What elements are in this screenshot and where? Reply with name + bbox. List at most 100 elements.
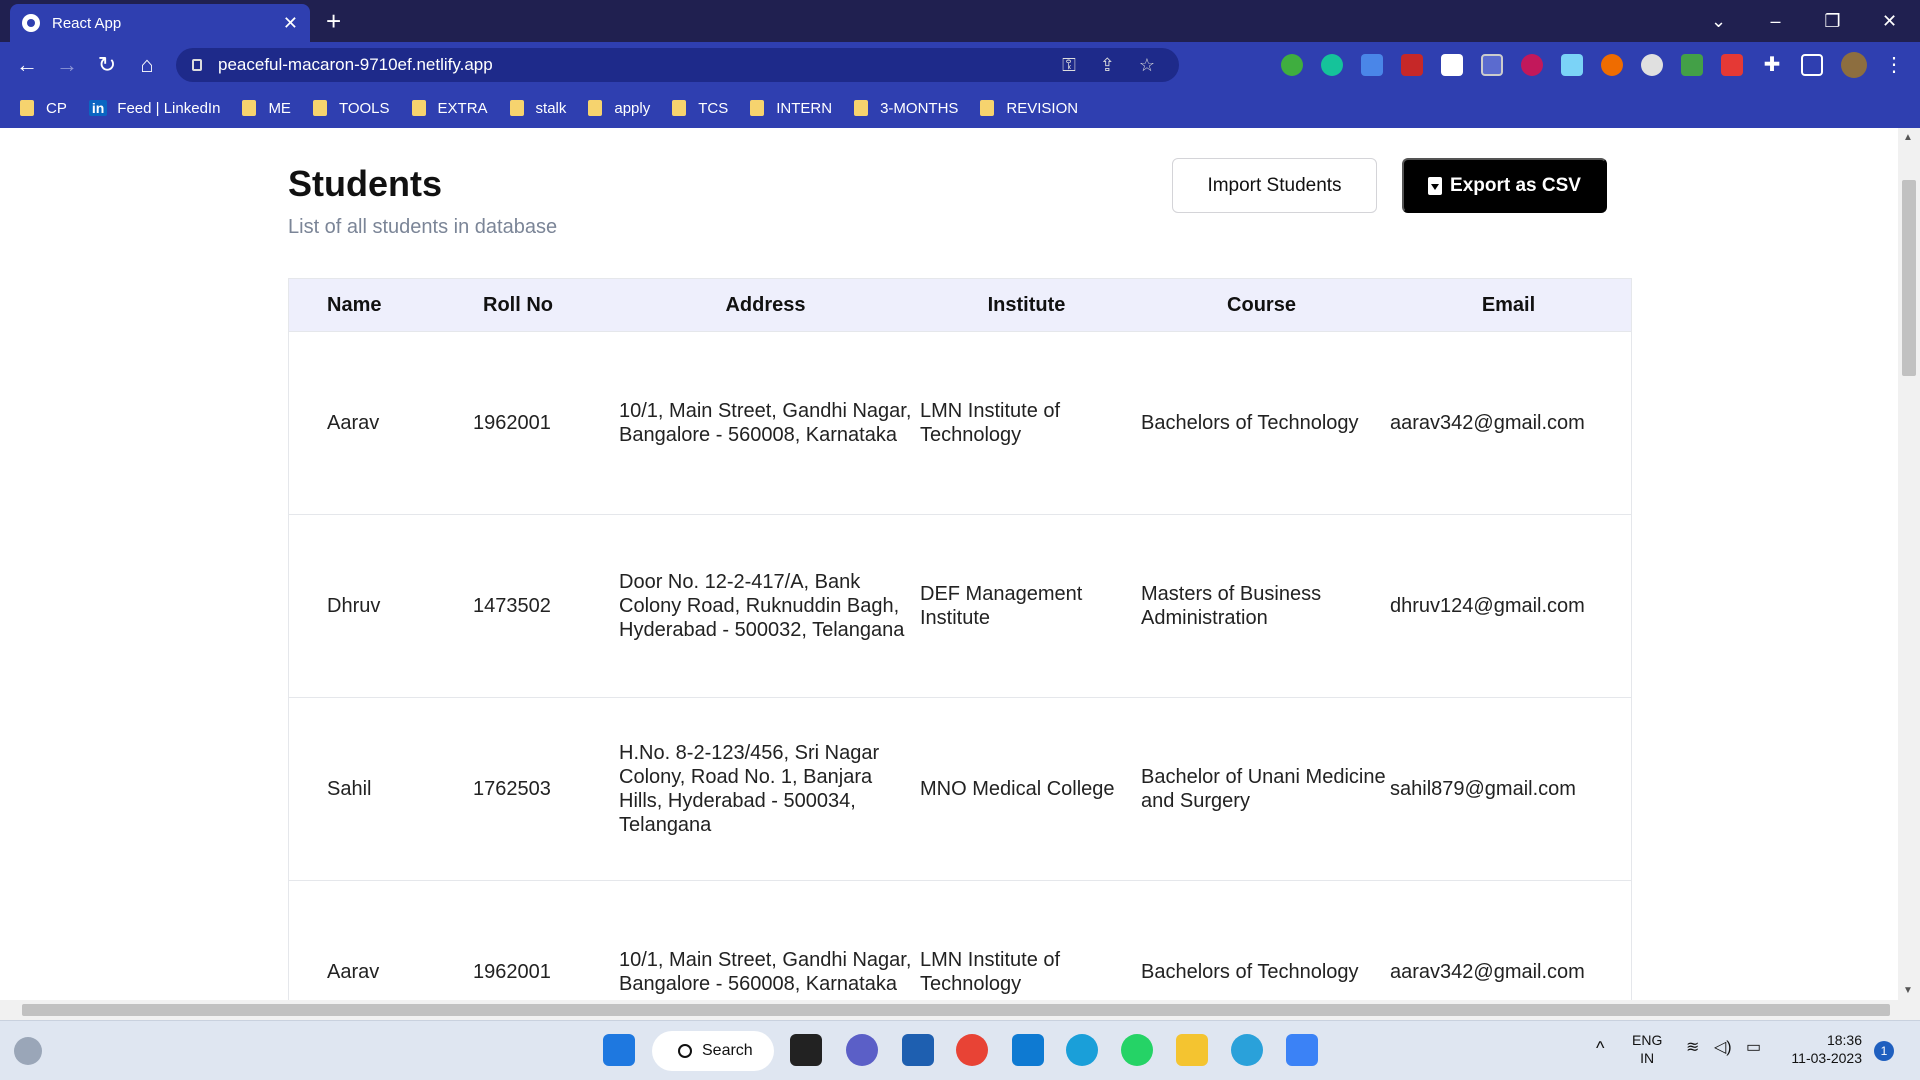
cell-course: Bachelor of Unani Medicine and Surgery [1141,766,1386,812]
address-bar[interactable]: peaceful-macaron-9710ef.netlify.app ⚿ ⇪ … [176,48,1179,82]
table-row: Dhruv 1473502 Door No. 12-2-417/A, Bank … [289,514,1631,697]
wifi-icon[interactable]: ≋ [1686,1039,1699,1057]
extension-red-icon[interactable] [1401,54,1423,76]
back-icon[interactable]: ← [12,50,42,80]
bookmark-tools[interactable]: TOOLS [312,100,390,117]
whatsapp-icon[interactable] [1121,1034,1153,1066]
forward-icon[interactable]: → [52,50,82,80]
header-institute: Institute [987,293,1066,316]
vertical-scroll-thumb[interactable] [1902,180,1916,376]
key-icon[interactable]: ⚿ [1062,55,1076,76]
reload-icon[interactable]: ↻ [92,50,122,80]
bookmarks-bar: CP in Feed | LinkedIn ME TOOLS EXTRA stal… [0,88,1920,128]
cell-address: 10/1, Main Street, Gandhi Nagar, Bangalo… [619,949,912,995]
extension-plus-icon[interactable] [1281,54,1303,76]
folder-icon [980,100,995,116]
react-favicon-icon [22,14,40,32]
table-row: Sahil 1762503 H.No. 8-2-123/456, Sri Nag… [289,697,1631,880]
header-name: Name [327,293,382,316]
vertical-scrollbar[interactable]: ▲ ▼ [1898,128,1920,1000]
folder-icon [750,100,765,116]
share-icon[interactable]: ⇪ [1100,55,1115,76]
bookmark-star-icon[interactable]: ☆ [1139,55,1155,76]
side-panel-icon[interactable] [1801,54,1823,76]
close-tab-icon[interactable]: ✕ [283,13,298,34]
clock-date: 11-03-2023 [1791,1050,1862,1066]
cell-institute: LMN Institute of Technology [920,400,1061,446]
bookmark-me[interactable]: ME [242,100,291,117]
bookmark-revision[interactable]: REVISION [980,100,1078,117]
cell-name: Dhruv [327,595,381,617]
show-hidden-icons-icon[interactable]: ^ [1596,1039,1604,1057]
close-window-icon[interactable]: ✕ [1861,11,1918,32]
language-indicator[interactable]: ENG IN [1632,1031,1662,1067]
extension-pen-icon[interactable] [1561,54,1583,76]
taskbar-search[interactable]: Search [652,1031,774,1071]
cell-course: Bachelors of Technology [1141,412,1359,434]
battery-icon[interactable]: ▭ [1746,1039,1761,1057]
vscode-icon[interactable] [1012,1034,1044,1066]
file-explorer-icon[interactable] [1176,1034,1208,1066]
minimize-icon[interactable]: – [1747,11,1804,32]
table-row: Aarav 1962001 10/1, Main Street, Gandhi … [289,331,1631,514]
bookmark-tcs[interactable]: TCS [672,100,728,117]
folder-icon [411,100,426,116]
folder-icon [854,100,869,116]
grammarly-icon[interactable] [1321,54,1343,76]
bookmark-linkedin[interactable]: in Feed | LinkedIn [88,100,220,117]
telegram-icon[interactable] [1231,1034,1263,1066]
cell-roll-no: 1962001 [473,412,551,434]
bookmark-extra[interactable]: EXTRA [411,100,488,117]
extension-b-icon[interactable] [1441,54,1463,76]
bookmark-intern[interactable]: INTERN [750,100,832,117]
browser-toolbar: ← → ↻ ⌂ peaceful-macaron-9710ef.netlify.… [0,42,1920,88]
mail-icon[interactable] [902,1034,934,1066]
cell-roll-no: 1762503 [473,778,551,800]
bookmark-3-months[interactable]: 3-MONTHS [854,100,958,117]
bookmark-apply[interactable]: apply [588,100,650,117]
chrome-icon[interactable] [956,1034,988,1066]
tab-search-icon[interactable]: ⌄ [1690,11,1747,32]
extension-owl-icon[interactable] [1641,54,1663,76]
bookmark-cp[interactable]: CP [20,100,67,117]
tab-react-app[interactable]: React App ✕ [10,4,310,42]
extension-play-icon[interactable] [1521,54,1543,76]
profile-avatar[interactable] [1841,52,1867,78]
home-icon[interactable]: ⌂ [132,50,162,80]
extension-tag-icon[interactable] [1721,54,1743,76]
extensions-puzzle-icon[interactable]: ✚ [1761,54,1783,76]
import-students-button[interactable]: Import Students [1172,158,1377,213]
teams-chat-icon[interactable] [846,1034,878,1066]
restore-icon[interactable]: ❐ [1804,11,1861,32]
edge-icon[interactable] [1066,1034,1098,1066]
cell-name: Aarav [327,961,380,983]
scroll-down-icon[interactable]: ▼ [1903,985,1913,996]
cell-institute: MNO Medical College [920,778,1115,800]
horizontal-scrollbar[interactable] [0,1000,1898,1020]
notepad-icon[interactable] [1286,1034,1318,1066]
widgets-icon[interactable] [14,1037,42,1065]
folder-icon [509,100,524,116]
tab-strip: React App ✕ + ⌄ – ❐ ✕ [0,0,1920,42]
bookmark-stalk[interactable]: stalk [509,100,566,117]
page-viewport: Students List of all students in databas… [0,128,1898,1000]
linkedin-icon: in [88,100,108,116]
extension-color-icon[interactable] [1601,54,1623,76]
windows-start-icon[interactable] [603,1034,635,1066]
extension-frog-icon[interactable] [1681,54,1703,76]
scroll-up-icon[interactable]: ▲ [1903,132,1913,143]
cell-institute: LMN Institute of Technology [920,949,1061,995]
extension-glasses-icon[interactable] [1481,54,1503,76]
horizontal-scroll-thumb[interactable] [22,1004,1890,1016]
export-csv-button[interactable]: Export as CSV [1402,158,1607,213]
clock[interactable]: 18:36 11-03-2023 [1784,1031,1862,1067]
cell-address: 10/1, Main Street, Gandhi Nagar, Bangalo… [619,400,912,446]
task-view-icon[interactable] [790,1034,822,1066]
new-tab-icon[interactable]: + [326,6,341,36]
cell-roll-no: 1962001 [473,961,551,983]
folder-icon [588,100,603,116]
menu-kebab-icon[interactable]: ⋮ [1883,54,1905,76]
notification-badge[interactable]: 1 [1874,1041,1894,1061]
translate-icon[interactable] [1361,54,1383,76]
volume-icon[interactable]: ◁) [1714,1039,1732,1057]
